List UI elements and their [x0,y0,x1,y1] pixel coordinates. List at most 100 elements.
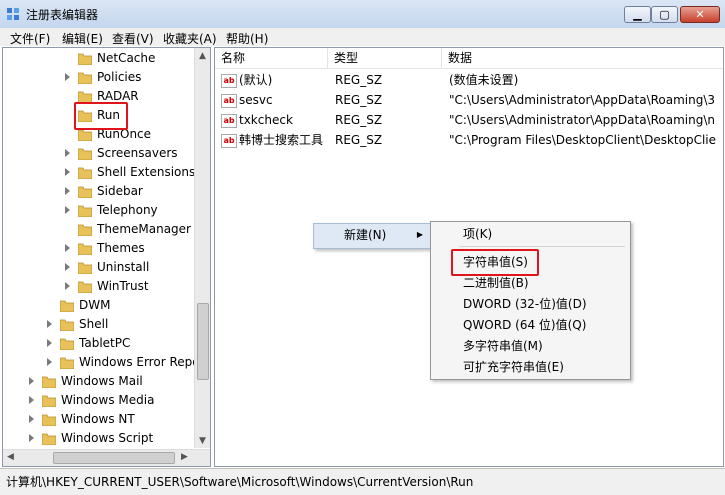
list-row[interactable]: ab txkcheck REG_SZ "C:\Users\Administrator\… [215,111,723,130]
list-cell-type: REG_SZ [335,73,383,87]
submenu-item[interactable]: 多字符串值(M) [433,336,628,356]
menu-edit[interactable]: 编辑(E) [62,30,103,47]
tree-item[interactable]: Windows NT [3,410,193,429]
tree-item-label: TabletPC [79,336,131,350]
tree-item[interactable]: Sidebar [3,182,193,201]
folder-icon [41,413,57,427]
tree-item[interactable]: ThemeManager [3,220,193,239]
close-button[interactable]: ✕ [680,6,720,23]
tree-item-label: WinTrust [97,279,149,293]
tree-item[interactable]: Uninstall [3,258,193,277]
tree-item-label: Windows NT [61,412,135,426]
submenu-item-label: 可扩充字符串值(E) [463,360,564,374]
tree-item[interactable]: Telephony [3,201,193,220]
menu-file[interactable]: 文件(F) [10,30,50,47]
folder-icon [59,318,75,332]
submenu-item[interactable]: 二进制值(B) [433,273,628,293]
folder-icon [77,280,93,294]
tree-item[interactable]: Shell [3,315,193,334]
submenu-item[interactable]: 项(K) [433,224,628,244]
menu-view[interactable]: 查看(V) [112,30,154,47]
tree-horizontal-scroll-thumb[interactable] [53,452,175,464]
expand-arrow-icon[interactable] [65,168,70,176]
tree-item-label: Policies [97,70,142,84]
list-row[interactable]: ab (默认) REG_SZ (数值未设置) [215,71,723,90]
maximize-button[interactable]: ▢ [651,6,678,23]
list-header: 名称 类型 数据 [215,48,723,69]
menu-favorites[interactable]: 收藏夹(A) [163,30,217,47]
registry-editor-icon [6,7,20,21]
context-menu-new[interactable]: 新建(N) ▶ [316,225,429,245]
minimize-button[interactable]: ▁ [624,6,651,23]
submenu-item[interactable]: 可扩充字符串值(E) [433,357,628,377]
folder-icon [77,71,93,85]
string-value-icon: ab [221,114,237,128]
expand-arrow-icon[interactable] [65,206,70,214]
expand-arrow-icon[interactable] [65,73,70,81]
tree-vertical-scroll-thumb[interactable] [197,303,209,380]
expand-arrow-icon[interactable] [29,377,34,385]
expand-arrow-icon[interactable] [65,244,70,252]
column-header-data[interactable]: 数据 [442,48,723,68]
tree-item-label: DWM [79,298,111,312]
tree-vertical-scrollbar[interactable] [194,48,210,448]
expand-arrow-icon[interactable] [47,358,52,366]
list-cell-name: sesvc [239,93,273,107]
tree-item[interactable]: Windows Media [3,391,193,410]
expand-arrow-icon[interactable] [65,149,70,157]
tree-item[interactable]: Windows Mail [3,372,193,391]
list-cell-data: (数值未设置) [449,73,519,87]
folder-icon [77,52,93,66]
tree-item[interactable]: TabletPC [3,334,193,353]
menu-bar: 文件(F) 编辑(E) 查看(V) 收藏夹(A) 帮助(H) [0,28,725,46]
tree-item[interactable]: Policies [3,68,193,87]
tree-item[interactable]: WinTrust [3,277,193,296]
expand-arrow-icon[interactable] [29,415,34,423]
folder-icon [59,356,75,370]
submenu-item-label: 多字符串值(M) [463,339,543,353]
folder-icon [41,394,57,408]
list-cell-name: 韩博士搜索工具 [239,133,324,147]
tree-item-label: Screensavers [97,146,178,160]
tree-item[interactable]: NetCache [3,49,193,68]
expand-arrow-icon[interactable] [47,339,52,347]
registry-tree[interactable]: NetCache Policies RADAR Run RunOnce Screensav… [2,47,211,467]
submenu-item[interactable]: DWORD (32-位)值(D) [433,294,628,314]
folder-icon [77,242,93,256]
scroll-down-icon[interactable]: ▼ [199,436,206,446]
expand-arrow-icon[interactable] [65,263,70,271]
window-title: 注册表编辑器 [26,8,99,22]
submenu-arrow-icon: ▶ [416,230,423,239]
expand-arrow-icon[interactable] [65,187,70,195]
tree-item[interactable]: Screensavers [3,144,193,163]
tree-item[interactable]: Windows Error Repo [3,353,200,372]
list-row[interactable]: ab sesvc REG_SZ "C:\Users\Administrator\App… [215,91,723,110]
scroll-right-icon[interactable]: ▶ [181,452,188,462]
close-icon: ✕ [695,8,705,21]
folder-icon [59,299,75,313]
folder-icon [77,166,93,180]
tree-item-label: Windows Media [61,393,155,407]
column-header-name[interactable]: 名称 [215,48,328,68]
tree-item-label: Windows Error Repo [79,355,200,369]
expand-arrow-icon[interactable] [29,434,34,442]
submenu-item[interactable]: QWORD (64 位)值(Q) [433,315,628,335]
expand-arrow-icon[interactable] [47,320,52,328]
tree-item[interactable]: DWM [3,296,193,315]
string-value-icon: ab [221,74,237,88]
list-cell-type: REG_SZ [335,93,383,107]
list-cell-type: REG_SZ [335,133,383,147]
expand-arrow-icon[interactable] [29,396,34,404]
submenu-separator [459,246,625,247]
string-value-icon: ab [221,94,237,108]
expand-arrow-icon[interactable] [65,282,70,290]
tree-item-label: Windows Script [61,431,154,445]
scroll-up-icon[interactable]: ▲ [199,51,206,61]
scroll-left-icon[interactable]: ◀ [7,452,14,462]
column-header-type[interactable]: 类型 [328,48,442,68]
tree-item[interactable]: Shell Extensions [3,163,195,182]
menu-help[interactable]: 帮助(H) [226,30,268,47]
list-row[interactable]: ab 韩博士搜索工具 REG_SZ "C:\Program Files\Desktop… [215,131,723,150]
tree-item[interactable]: Windows Script [3,429,193,448]
tree-item[interactable]: Themes [3,239,193,258]
